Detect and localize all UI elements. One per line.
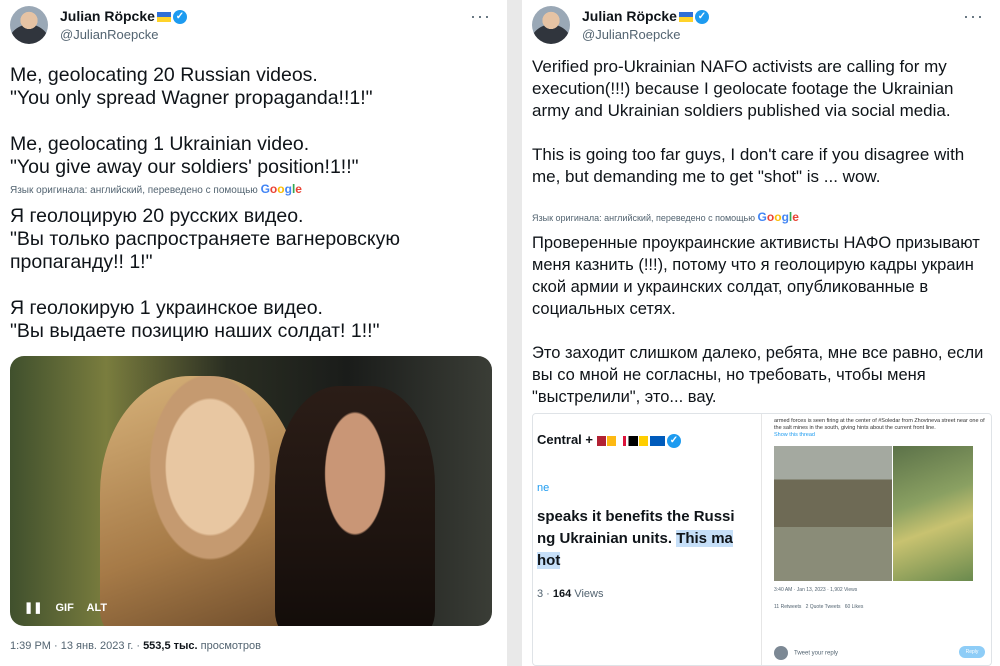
tweet-text-english: Me, geolocating 20 Russian videos. "You …: [10, 64, 373, 178]
pause-icon[interactable]: ❚❚: [24, 602, 42, 614]
author-name[interactable]: Julian Röpcke ✓: [60, 8, 187, 25]
google-logo: Google: [757, 210, 799, 224]
embedded-screenshot: Central + ✓ ne speaks it benefits the Rus…: [532, 413, 992, 666]
avatar[interactable]: [532, 6, 570, 44]
tweet-text-russian: Проверенные проукраинские активисты НАФО…: [532, 234, 984, 406]
gif-media[interactable]: ❚❚ GIF ALT: [10, 356, 492, 626]
reply-button[interactable]: Reply: [959, 646, 985, 658]
quoted-tweet-text: armed forces is seen firing at the cente…: [774, 418, 985, 431]
quoted-meta: 3:40 AM · Jan 13, 2023 · 1,902 Views: [774, 587, 858, 593]
tweet-header: Julian Röpcke ✓ @JulianRoepcke ···: [10, 6, 497, 46]
quoted-map[interactable]: [893, 446, 973, 581]
avatar[interactable]: [10, 6, 48, 44]
tweet-text-russian: Я геолоцирую 20 русских видео. "Вы тольк…: [10, 205, 401, 342]
show-thread-link[interactable]: Show this thread: [774, 432, 815, 438]
quoted-tweet: armed forces is seen firing at the cente…: [761, 414, 991, 665]
gif-figure-right: [275, 386, 435, 626]
left-tweet-panel: Julian Röpcke ✓ @JulianRoepcke ··· Me, ge…: [0, 0, 507, 666]
verified-icon: ✓: [694, 10, 709, 25]
reply-input[interactable]: Tweet your reply: [774, 646, 838, 660]
more-options-icon[interactable]: ···: [470, 6, 491, 27]
author-handle[interactable]: @JulianRoepcke: [582, 27, 680, 42]
more-options-icon[interactable]: ···: [963, 6, 984, 27]
google-logo: Google: [260, 182, 302, 196]
tweet-text-english: Verified pro-Ukrainian NAFO activists ar…: [532, 57, 965, 186]
quoted-stats: 11 Retweets 2 Quote Tweets 60 Likes: [774, 604, 864, 610]
gif-controls: ❚❚ GIF ALT: [24, 601, 117, 614]
gif-figure-left: [100, 376, 300, 626]
flags-icon: [597, 435, 665, 446]
ukraine-flag-icon: [156, 12, 171, 23]
author-name[interactable]: Julian Röpcke ✓: [582, 8, 709, 25]
avatar: [774, 646, 788, 660]
verified-icon: ✓: [667, 433, 681, 448]
tweet-header: Julian Röpcke ✓ @JulianRoepcke ···: [532, 6, 990, 46]
panel-divider: [507, 0, 522, 666]
tweet-meta: 1:39 PM · 13 янв. 2023 г. · 553,5 тыс. п…: [10, 640, 261, 652]
crop-account-name: Central + ✓: [537, 432, 681, 448]
right-tweet-panel: Julian Röpcke ✓ @JulianRoepcke ··· Verifi…: [522, 0, 1000, 666]
cropped-tweet: Central + ✓ ne speaks it benefits the Rus…: [533, 414, 761, 665]
crop-views: 3 · 164 Views: [537, 588, 604, 600]
author-handle[interactable]: @JulianRoepcke: [60, 27, 158, 42]
gif-badge: GIF: [55, 602, 74, 614]
ukraine-flag-icon: [678, 12, 693, 23]
verified-icon: ✓: [172, 10, 187, 25]
crop-link[interactable]: ne: [537, 482, 549, 494]
quoted-photo[interactable]: [774, 446, 892, 581]
alt-badge[interactable]: ALT: [87, 602, 108, 614]
translation-note: Язык оригинала: английский, переведено с…: [10, 182, 302, 196]
translation-note: Язык оригинала: английский, переведено с…: [532, 210, 799, 224]
crop-text: speaks it benefits the Russi ng Ukrainia…: [537, 508, 735, 569]
